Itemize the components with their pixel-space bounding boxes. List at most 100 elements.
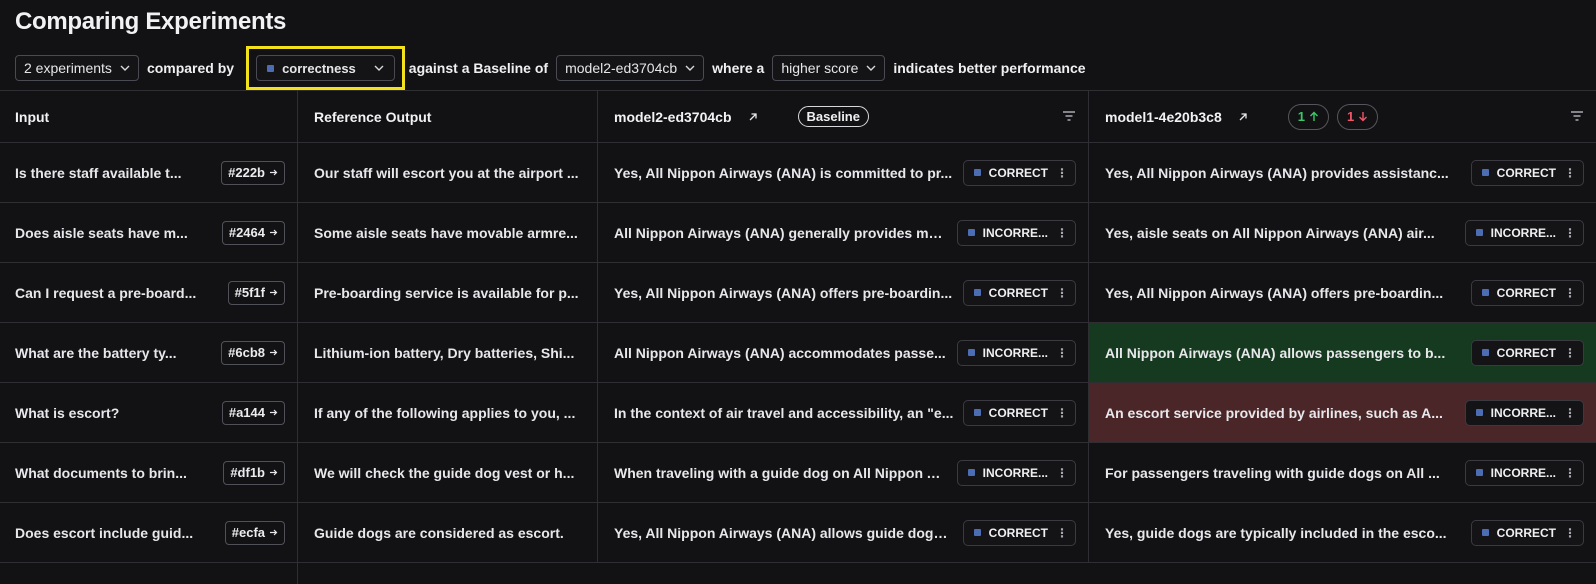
example-id: #df1b [230,465,265,480]
table-row[interactable]: Does aisle seats have m... #2464 Some aisl… [0,202,1596,262]
input-cell[interactable]: What documents to brin... #df1b [0,443,298,502]
more-vertical-icon[interactable]: ⋮ [1056,526,1068,540]
model-b-output-cell[interactable]: An escort service provided by airlines, … [1089,383,1596,442]
model-b-output-cell[interactable]: Yes, aisle seats on All Nippon Airways (… [1089,203,1596,262]
score-badge[interactable]: CORRECT ⋮ [962,159,1076,186]
reference-cell[interactable]: Our staff will escort you at the airport… [298,143,598,202]
more-vertical-icon[interactable]: ⋮ [1564,226,1576,240]
reference-cell[interactable]: If any of the following applies to you, … [298,383,598,442]
score-label: INCORRE... [1490,465,1556,480]
comparison-controls: 2 experiments compared by correctness ag… [15,46,1094,90]
model-a-output-cell[interactable]: When traveling with a guide dog on All N… [598,443,1089,502]
filter-icon[interactable] [1570,110,1584,122]
example-id-link[interactable]: #a144 [221,400,285,425]
score-badge[interactable]: INCORRE... ⋮ [956,339,1076,366]
metric-color-square [1475,469,1483,476]
input-cell[interactable]: What are the battery ty... #6cb8 [0,323,298,382]
example-id-link[interactable]: #6cb8 [221,340,285,365]
example-id-link[interactable]: #ecfa [224,520,285,545]
more-vertical-icon[interactable]: ⋮ [1056,406,1068,420]
baseline-select[interactable]: model2-ed3704cb [556,55,705,81]
example-id-link[interactable]: #5f1f [227,280,285,305]
score-badge[interactable]: INCORRE... ⋮ [1464,219,1584,246]
more-vertical-icon[interactable]: ⋮ [1564,406,1576,420]
direction-select[interactable]: higher score [772,55,886,81]
example-id-link[interactable]: #222b [221,160,285,185]
score-badge[interactable]: CORRECT ⋮ [962,279,1076,306]
model-b-name[interactable]: model1-4e20b3c8 [1105,109,1222,125]
score-badge[interactable]: CORRECT ⋮ [1470,159,1584,186]
input-cell[interactable]: Is there staff available t... #222b [0,143,298,202]
score-badge[interactable]: CORRECT ⋮ [1470,519,1584,546]
score-badge[interactable]: INCORRE... ⋮ [1464,399,1584,426]
example-id-link[interactable]: #2464 [221,220,285,245]
example-id: #ecfa [231,525,265,540]
experiments-select-value: 2 experiments [24,60,112,76]
model-a-output-cell[interactable]: Yes, All Nippon Airways (ANA) allows gui… [598,503,1089,562]
table-row[interactable]: What are the battery ty... #6cb8 Lithium-i… [0,322,1596,382]
reference-cell[interactable]: Some aisle seats have movable armre... [298,203,598,262]
reference-cell[interactable]: Pre-boarding service is available for p.… [298,263,598,322]
input-cell[interactable]: What is escort? #a144 [0,383,298,442]
filter-icon[interactable] [1062,110,1076,122]
score-badge[interactable]: CORRECT ⋮ [1470,339,1584,366]
column-header-model-b: model1-4e20b3c8 1 1 [1089,91,1596,142]
more-vertical-icon[interactable]: ⋮ [1056,286,1068,300]
model-a-output-cell[interactable]: Yes, All Nippon Airways (ANA) offers pre… [598,263,1089,322]
score-badge[interactable]: INCORRE... ⋮ [956,459,1076,486]
score-badge[interactable]: CORRECT ⋮ [962,399,1076,426]
metric-color-square [967,469,975,476]
table-row[interactable]: Does escort include guid... #ecfa Guide do… [0,502,1596,562]
metric-color-square [1481,169,1489,176]
external-link-icon[interactable] [1238,112,1248,122]
model-b-output-cell[interactable]: Yes, All Nippon Airways (ANA) provides a… [1089,143,1596,202]
model-a-output-text: Yes, All Nippon Airways (ANA) allows gui… [614,524,955,541]
model-b-output-cell[interactable]: For passengers traveling with guide dogs… [1089,443,1596,502]
model-a-output-cell[interactable]: Yes, All Nippon Airways (ANA) is committ… [598,143,1089,202]
chevron-down-icon [685,65,695,71]
reference-cell[interactable]: Guide dogs are considered as escort. [298,503,598,562]
metric-color-square [973,409,981,416]
metric-select-highlight: correctness [246,46,405,90]
input-cell[interactable]: Does aisle seats have m... #2464 [0,203,298,262]
more-vertical-icon[interactable]: ⋮ [1056,166,1068,180]
reference-cell[interactable]: We will check the guide dog vest or h... [298,443,598,502]
example-id-link[interactable]: #df1b [223,460,285,485]
score-badge[interactable]: CORRECT ⋮ [962,519,1076,546]
reference-cell[interactable]: Lithium-ion battery, Dry batteries, Shi.… [298,323,598,382]
model-a-output-cell[interactable]: All Nippon Airways (ANA) generally provi… [598,203,1089,262]
more-vertical-icon[interactable]: ⋮ [1564,286,1576,300]
model-a-output-cell[interactable]: All Nippon Airways (ANA) accommodates pa… [598,323,1089,382]
more-vertical-icon[interactable]: ⋮ [1056,466,1068,480]
improved-count-pill[interactable]: 1 [1287,103,1329,130]
model-b-output-cell[interactable]: Yes, guide dogs are typically included i… [1089,503,1596,562]
model-a-name[interactable]: model2-ed3704cb [614,109,732,125]
more-vertical-icon[interactable]: ⋮ [1564,166,1576,180]
score-badge[interactable]: INCORRE... ⋮ [1464,459,1584,486]
reference-text: Lithium-ion battery, Dry batteries, Shi.… [314,344,575,361]
score-badge[interactable]: INCORRE... ⋮ [956,219,1076,246]
input-cell[interactable]: Does escort include guid... #ecfa [0,503,298,562]
more-vertical-icon[interactable]: ⋮ [1056,226,1068,240]
more-vertical-icon[interactable]: ⋮ [1564,526,1576,540]
score-badge[interactable]: CORRECT ⋮ [1470,279,1584,306]
model-b-output-cell[interactable]: All Nippon Airways (ANA) allows passenge… [1089,323,1596,382]
more-vertical-icon[interactable]: ⋮ [1056,346,1068,360]
external-link-icon[interactable] [748,112,758,122]
table-row[interactable]: Can I request a pre-board... #5f1f Pre-boa… [0,262,1596,322]
model-b-output-text: Yes, guide dogs are typically included i… [1105,524,1447,541]
more-vertical-icon[interactable]: ⋮ [1564,346,1576,360]
metric-select[interactable]: correctness [256,55,395,81]
experiments-select[interactable]: 2 experiments [15,55,139,81]
more-vertical-icon[interactable]: ⋮ [1564,466,1576,480]
model-b-output-cell[interactable]: Yes, All Nippon Airways (ANA) offers pre… [1089,263,1596,322]
table-row[interactable]: Is there staff available t... #222b Our st… [0,142,1596,202]
input-cell[interactable]: Can I request a pre-board... #5f1f [0,263,298,322]
example-id: #a144 [228,405,265,420]
table-row[interactable]: What is escort? #a144 If any of the follow… [0,382,1596,442]
score-label: INCORRE... [1490,225,1556,240]
table-row[interactable]: What documents to brin... #df1b We will ch… [0,442,1596,502]
regressed-count-pill[interactable]: 1 [1336,103,1379,130]
model-a-output-cell[interactable]: In the context of air travel and accessi… [598,383,1089,442]
metric-color-square [1475,229,1483,236]
